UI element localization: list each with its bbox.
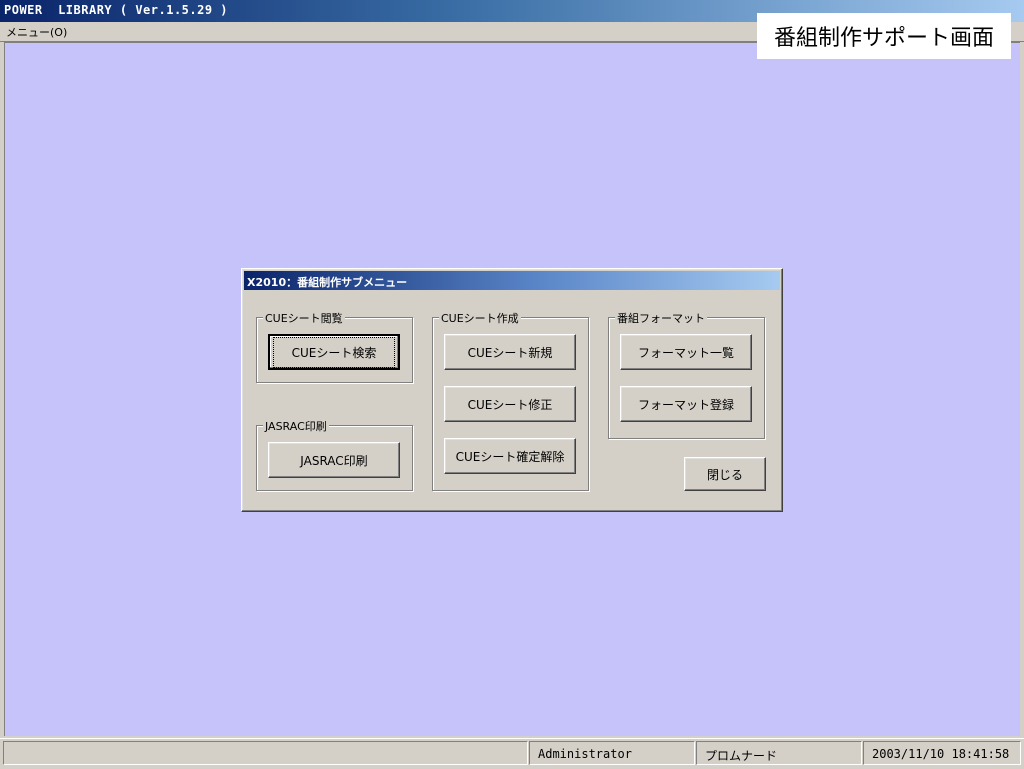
- format-register-button[interactable]: フォーマット登録: [620, 386, 752, 422]
- cue-unlock-button[interactable]: CUEシート確定解除: [444, 438, 576, 474]
- jasrac-print-button[interactable]: JASRAC印刷: [268, 442, 400, 478]
- submenu-dialog: X2010：番組制作サブメニュー CUEシート閲覧 CUEシート検索 JASRA…: [241, 268, 783, 512]
- status-panel-location: プロムナード: [696, 741, 862, 765]
- status-bar: Administrator プロムナード 2003/11/10 18:41:58: [0, 738, 1024, 769]
- group-cue-view-label: CUEシート閲覧: [263, 310, 345, 326]
- screen-caption: 番組制作サポート画面: [757, 13, 1011, 59]
- dialog-title-bar[interactable]: X2010：番組制作サブメニュー: [244, 271, 780, 290]
- group-jasrac-label: JASRAC印刷: [263, 418, 329, 434]
- cue-search-button[interactable]: CUEシート検索: [268, 334, 400, 370]
- dialog-title: X2010：番組制作サブメニュー: [247, 276, 408, 289]
- status-panel-user: Administrator: [529, 741, 695, 765]
- group-jasrac: JASRAC印刷 JASRAC印刷: [256, 418, 413, 491]
- cue-new-button[interactable]: CUEシート新規: [444, 334, 576, 370]
- group-cue-create-label: CUEシート作成: [439, 310, 521, 326]
- status-panel-datetime: 2003/11/10 18:41:58: [863, 741, 1021, 765]
- group-format: 番組フォーマット フォーマット一覧 フォーマット登録: [608, 310, 765, 439]
- format-list-button[interactable]: フォーマット一覧: [620, 334, 752, 370]
- status-panel-message: [3, 741, 528, 765]
- menu-item-menu[interactable]: メニュー(O): [6, 24, 67, 40]
- cue-edit-button[interactable]: CUEシート修正: [444, 386, 576, 422]
- group-cue-view: CUEシート閲覧 CUEシート検索: [256, 310, 413, 383]
- group-cue-create: CUEシート作成 CUEシート新規 CUEシート修正 CUEシート確定解除: [432, 310, 589, 491]
- close-button[interactable]: 閉じる: [684, 457, 766, 491]
- window-title: POWER LIBRARY ( Ver.1.5.29 ): [4, 3, 229, 17]
- group-format-label: 番組フォーマット: [615, 310, 707, 326]
